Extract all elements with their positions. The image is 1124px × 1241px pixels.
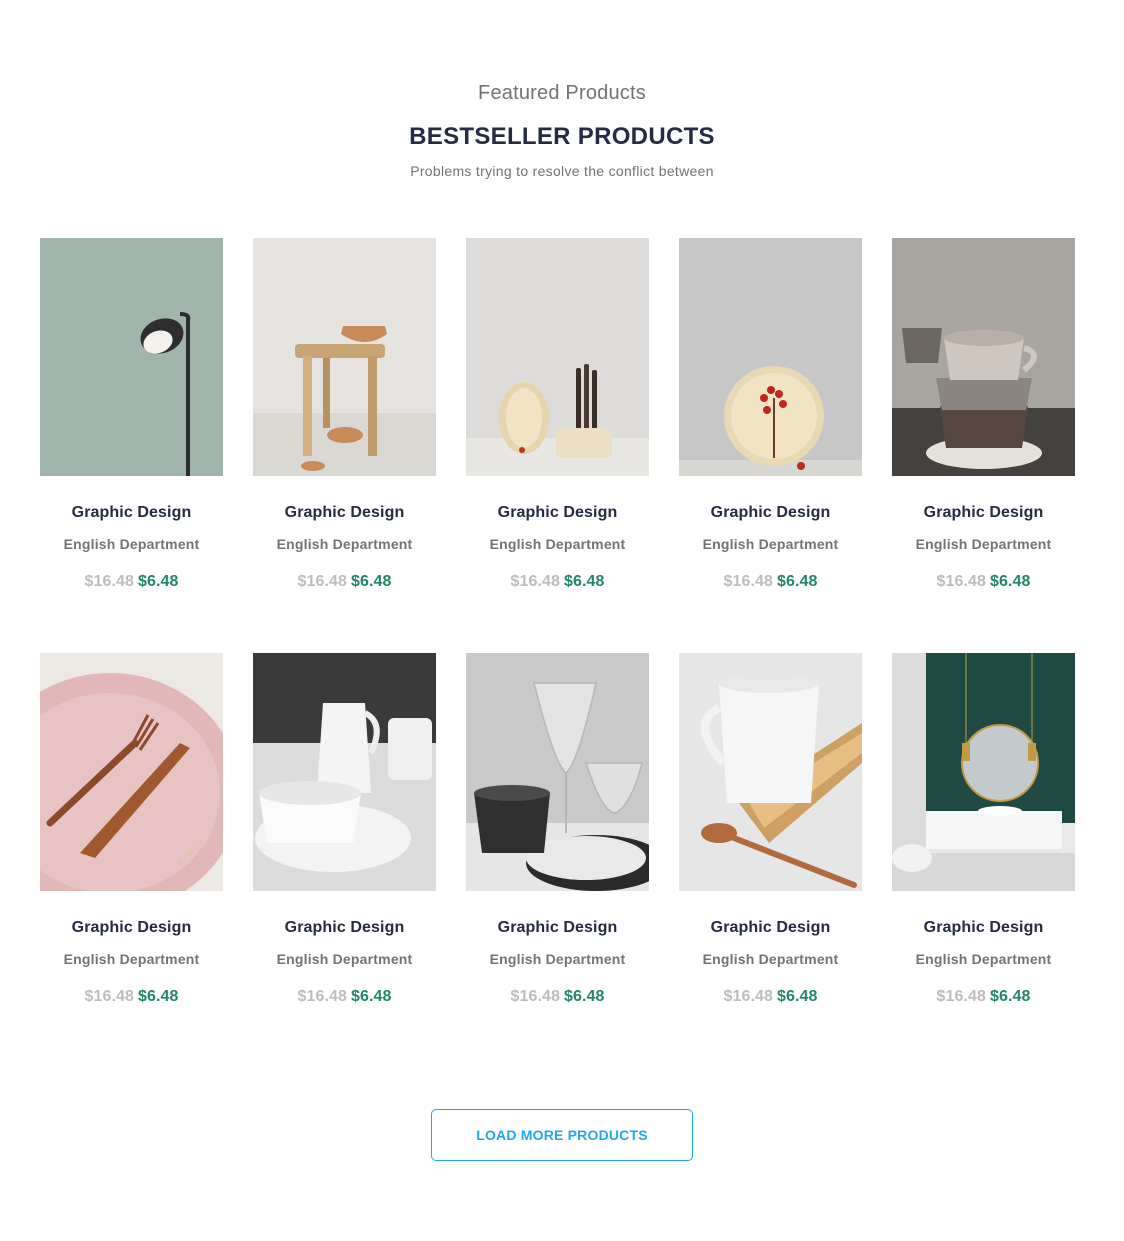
product-prices: $16.48 $6.48 [466,988,649,1006]
load-more-button[interactable]: LOAD MORE PRODUCTS [431,1109,693,1161]
product-department: English Department [63,536,200,552]
old-price: $16.48 [723,988,773,1005]
product-card[interactable]: Graphic Design English Department $16.48… [679,238,862,590]
old-price: $16.48 [510,573,560,590]
product-department: English Department [915,536,1052,552]
product-card[interactable]: Graphic Design English Department $16.48… [679,653,862,1005]
product-card[interactable]: Graphic Design English Department $16.48… [892,238,1075,590]
product-prices: $16.48 $6.48 [466,573,649,591]
old-price: $16.48 [84,988,134,1005]
product-image-bathroom[interactable] [892,653,1075,891]
old-price: $16.48 [936,573,986,590]
sale-price: $6.48 [777,988,818,1005]
product-name[interactable]: Graphic Design [466,919,649,937]
product-department: English Department [489,536,626,552]
product-image-floor-lamp[interactable] [40,238,223,476]
product-department: English Department [276,951,413,967]
product-card[interactable]: Graphic Design English Department $16.48… [466,653,649,1005]
sale-price: $6.48 [138,988,179,1005]
sale-price: $6.48 [138,573,179,590]
product-name[interactable]: Graphic Design [892,919,1075,937]
product-prices: $16.48 $6.48 [253,988,436,1006]
product-prices: $16.48 $6.48 [40,988,223,1006]
product-image-copper-cutlery[interactable] [40,653,223,891]
sale-price: $6.48 [351,573,392,590]
product-prices: $16.48 $6.48 [40,573,223,591]
sale-price: $6.48 [351,988,392,1005]
product-image-white-tableware[interactable] [253,653,436,891]
product-name[interactable]: Graphic Design [253,919,436,937]
product-grid: Graphic Design English Department $16.48… [40,238,1076,1005]
sale-price: $6.48 [564,988,605,1005]
section-subtitle: Problems trying to resolve the conflict … [410,163,714,179]
old-price: $16.48 [510,988,560,1005]
product-image-mug-and-spoon[interactable] [679,653,862,891]
product-image-glassware[interactable] [466,653,649,891]
product-image-stacked-cups[interactable] [892,238,1075,476]
old-price: $16.48 [84,573,134,590]
sale-price: $6.48 [990,573,1031,590]
product-image-wooden-stool[interactable] [253,238,436,476]
product-card[interactable]: Graphic Design English Department $16.48… [892,653,1075,1005]
old-price: $16.48 [936,988,986,1005]
old-price: $16.48 [297,573,347,590]
product-prices: $16.48 $6.48 [253,573,436,591]
product-name[interactable]: Graphic Design [892,504,1075,522]
product-card[interactable]: Graphic Design English Department $16.48… [253,238,436,590]
old-price: $16.48 [723,573,773,590]
product-department: English Department [276,536,413,552]
product-name[interactable]: Graphic Design [679,919,862,937]
sale-price: $6.48 [990,988,1031,1005]
product-name[interactable]: Graphic Design [466,504,649,522]
product-name[interactable]: Graphic Design [40,504,223,522]
product-department: English Department [63,951,200,967]
product-card[interactable]: Graphic Design English Department $16.48… [40,653,223,1005]
old-price: $16.48 [297,988,347,1005]
product-card[interactable]: Graphic Design English Department $16.48… [253,653,436,1005]
product-card[interactable]: Graphic Design English Department $16.48… [466,238,649,590]
product-name[interactable]: Graphic Design [40,919,223,937]
product-image-cutlery-holder[interactable] [466,238,649,476]
product-card[interactable]: Graphic Design English Department $16.48… [40,238,223,590]
product-name[interactable]: Graphic Design [679,504,862,522]
product-prices: $16.48 $6.48 [892,988,1075,1006]
product-image-plate-with-berries[interactable] [679,238,862,476]
product-prices: $16.48 $6.48 [679,988,862,1006]
product-name[interactable]: Graphic Design [253,504,436,522]
product-department: English Department [702,536,839,552]
product-prices: $16.48 $6.48 [892,573,1075,591]
sale-price: $6.48 [777,573,818,590]
section-title: BESTSELLER PRODUCTS [409,123,715,150]
section-eyebrow: Featured Products [478,82,646,104]
product-department: English Department [915,951,1052,967]
product-prices: $16.48 $6.48 [679,573,862,591]
product-department: English Department [702,951,839,967]
product-department: English Department [489,951,626,967]
sale-price: $6.48 [564,573,605,590]
